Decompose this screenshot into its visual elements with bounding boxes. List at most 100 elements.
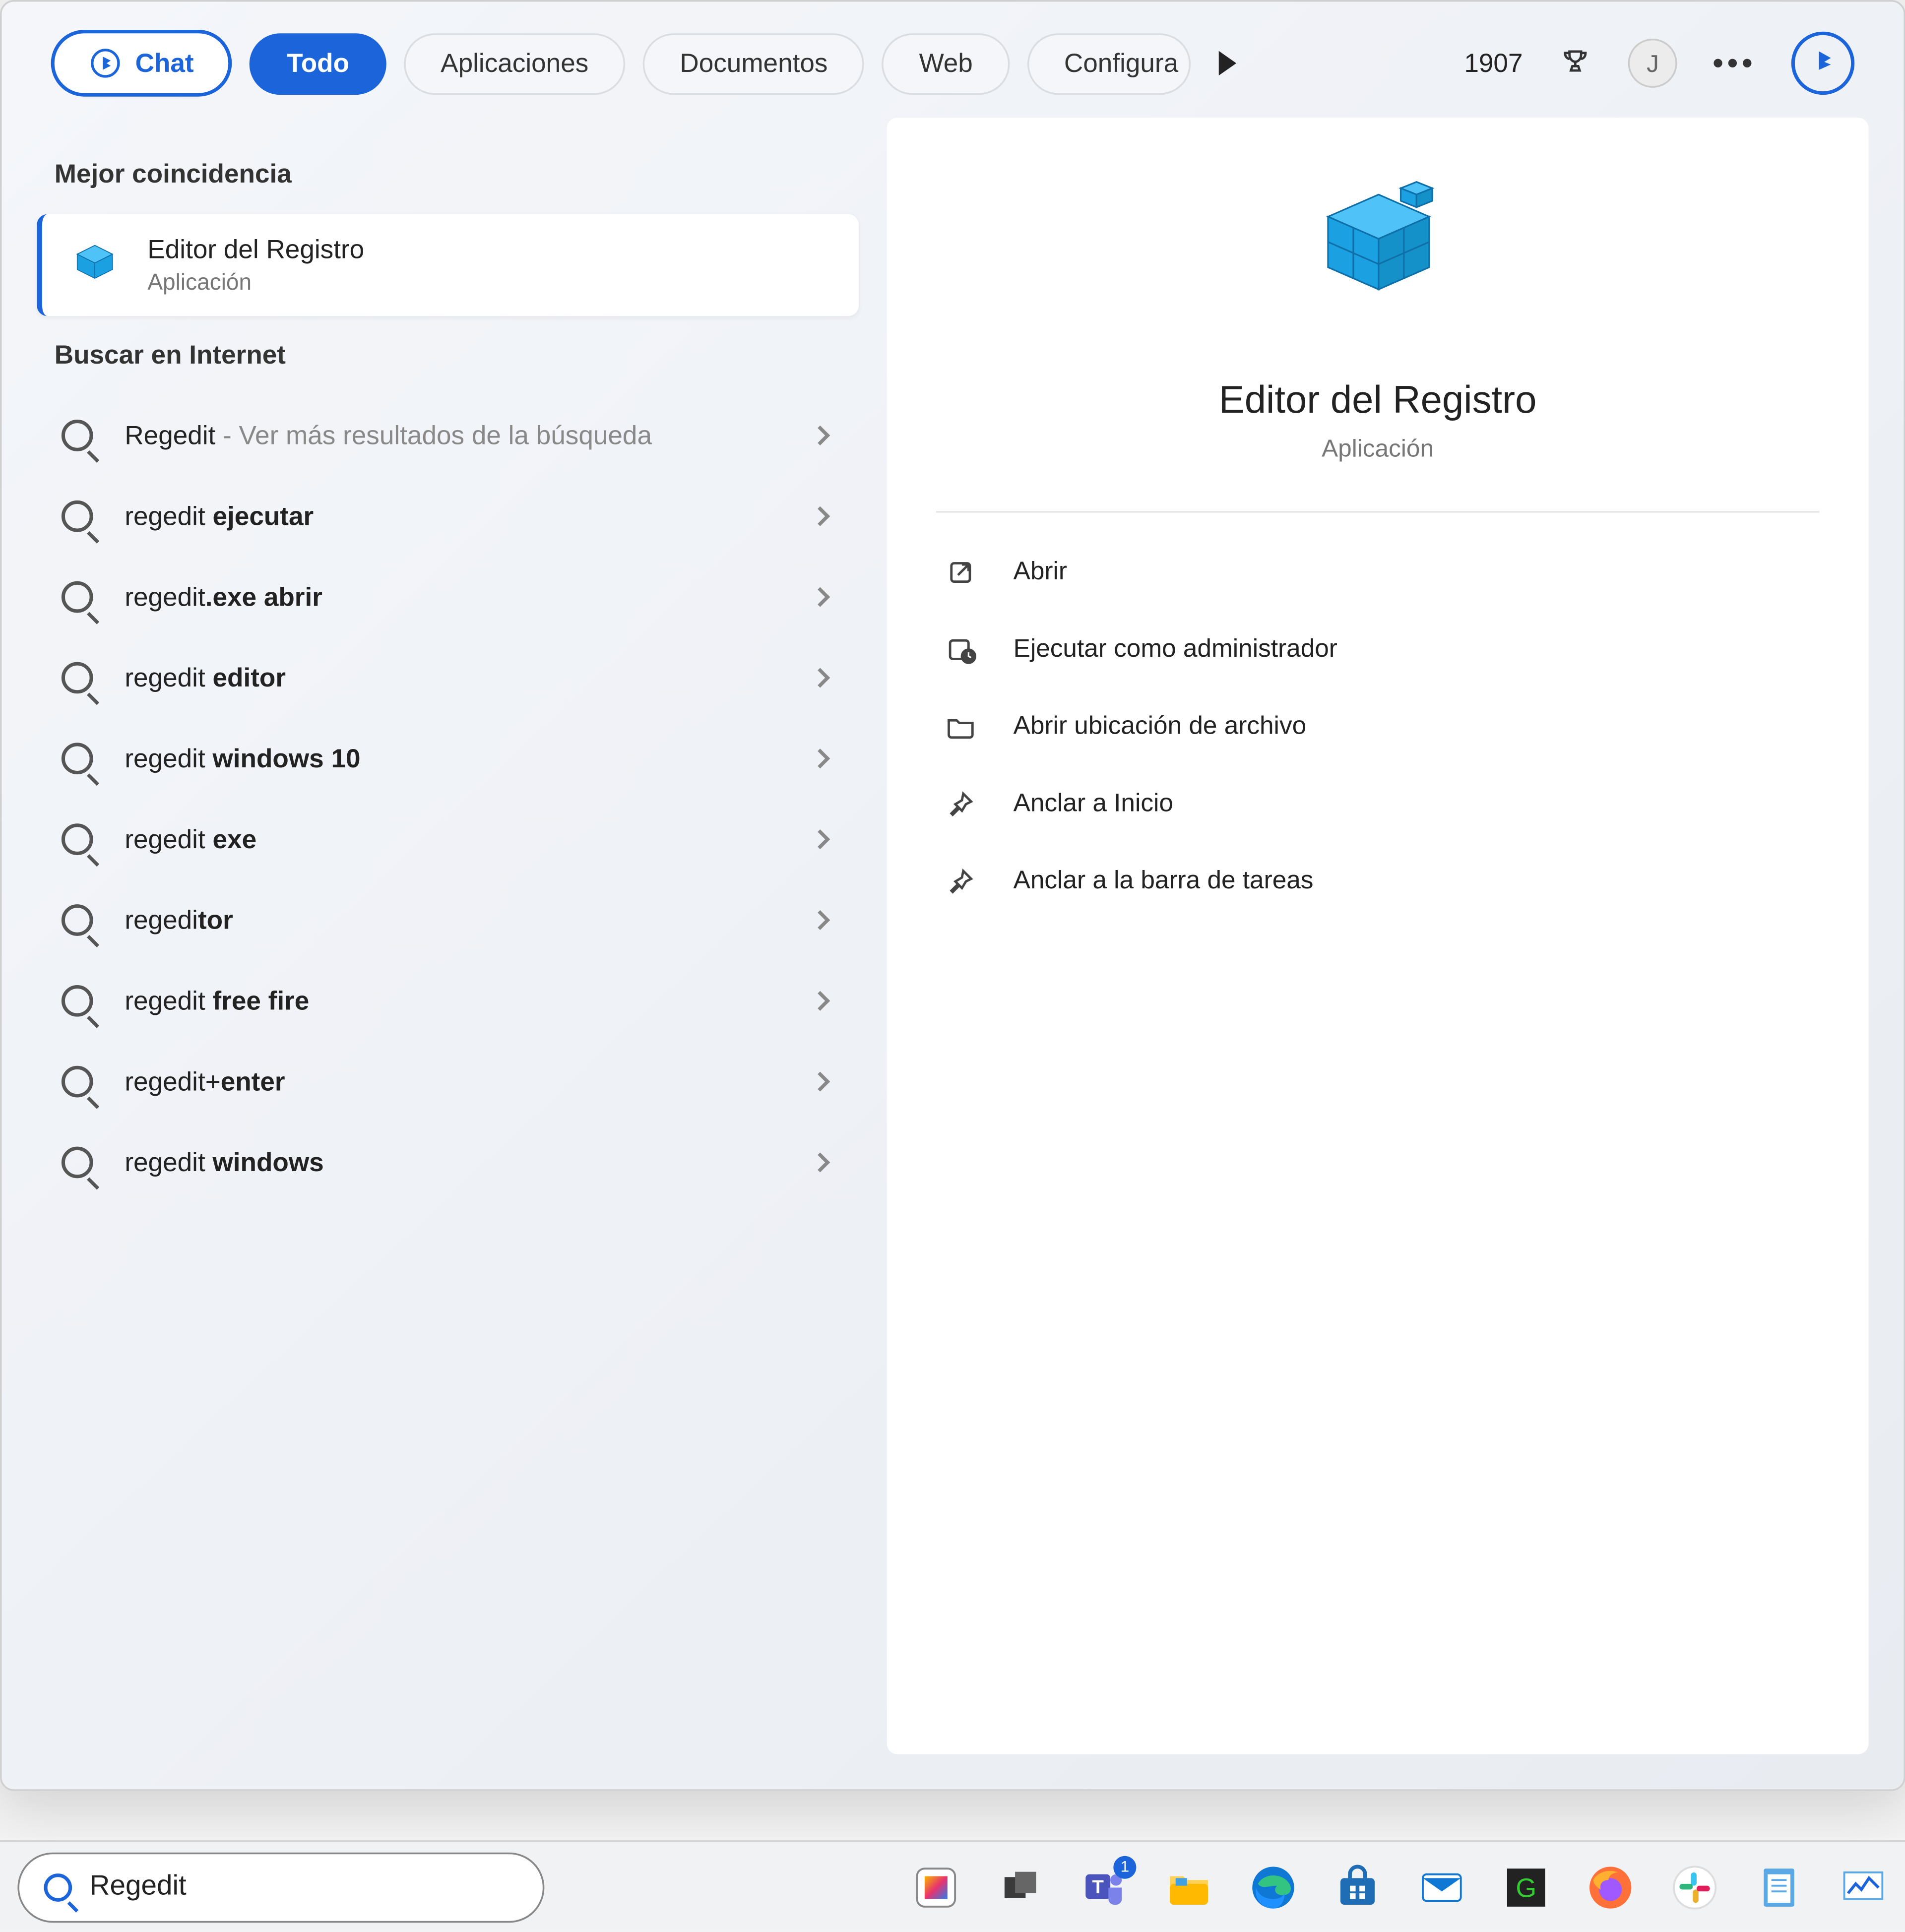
divider bbox=[936, 511, 1820, 513]
action-run-as-admin[interactable]: Ejecutar como administrador bbox=[936, 611, 1820, 688]
chevron-right-icon bbox=[810, 668, 830, 687]
tabs-row: Chat Todo Aplicaciones Documentos Web Co… bbox=[2, 2, 1904, 118]
terminal-icon[interactable]: G bbox=[1502, 1862, 1551, 1911]
chevron-right-icon bbox=[810, 1152, 830, 1172]
action-pin-start[interactable]: Anclar a Inicio bbox=[936, 765, 1820, 843]
action-label: Anclar a la barra de tareas bbox=[1014, 868, 1314, 896]
best-match-heading: Mejor coincidencia bbox=[37, 135, 859, 214]
bing-chat-icon bbox=[90, 48, 122, 79]
tab-web[interactable]: Web bbox=[882, 32, 1010, 94]
bing-icon[interactable] bbox=[1791, 32, 1854, 95]
suggestion-text: regedit editor bbox=[125, 663, 781, 692]
detail-subtitle: Aplicación bbox=[1322, 434, 1434, 462]
internet-heading: Buscar en Internet bbox=[37, 316, 859, 395]
firefox-icon[interactable] bbox=[1586, 1862, 1635, 1911]
tab-chat[interactable]: Chat bbox=[51, 30, 233, 97]
pin-icon bbox=[943, 864, 978, 899]
rewards-points[interactable]: 1907 bbox=[1464, 48, 1523, 78]
search-icon bbox=[62, 823, 93, 855]
pin-icon bbox=[943, 787, 978, 822]
tab-label: Chat bbox=[135, 48, 194, 78]
search-icon bbox=[62, 581, 93, 613]
open-icon bbox=[943, 555, 978, 590]
best-match-subtitle: Aplicación bbox=[147, 269, 364, 295]
monitor-icon[interactable] bbox=[1839, 1862, 1888, 1911]
suggestion-item[interactable]: regedit windows bbox=[37, 1122, 859, 1203]
more-tabs-icon[interactable] bbox=[1219, 51, 1236, 76]
suggestion-text: Regedit - Ver más resultados de la búsqu… bbox=[125, 421, 781, 450]
search-icon bbox=[62, 904, 93, 936]
action-pin-taskbar[interactable]: Anclar a la barra de tareas bbox=[936, 843, 1820, 920]
suggestion-text: regedit windows bbox=[125, 1147, 781, 1177]
chevron-right-icon bbox=[810, 748, 830, 768]
regedit-large-icon bbox=[1290, 167, 1465, 342]
tab-label: Web bbox=[919, 48, 973, 78]
task-view-icon[interactable] bbox=[996, 1862, 1045, 1911]
taskbar-search-box[interactable] bbox=[17, 1852, 544, 1922]
notepad-icon[interactable] bbox=[1754, 1862, 1803, 1911]
slack-icon[interactable] bbox=[1670, 1862, 1719, 1911]
suggestion-item[interactable]: regedit.exe abrir bbox=[37, 557, 859, 637]
action-open[interactable]: Abrir bbox=[936, 534, 1820, 611]
action-open-location[interactable]: Abrir ubicación de archivo bbox=[936, 688, 1820, 766]
search-icon bbox=[44, 1872, 72, 1901]
edge-icon[interactable] bbox=[1249, 1862, 1298, 1911]
windows-search-panel: Chat Todo Aplicaciones Documentos Web Co… bbox=[0, 0, 1905, 1791]
chevron-right-icon bbox=[810, 910, 830, 930]
suggestion-item[interactable]: regedit editor bbox=[37, 637, 859, 718]
detail-column: Editor del Registro Aplicación Abrir Eje… bbox=[887, 118, 1869, 1754]
results-column: Mejor coincidencia Editor del Registro A… bbox=[37, 118, 859, 1754]
store-icon[interactable] bbox=[1333, 1862, 1382, 1911]
chevron-right-icon bbox=[810, 426, 830, 445]
tabs-right: 1907 J ••• bbox=[1464, 32, 1854, 95]
svg-text:G: G bbox=[1516, 1872, 1536, 1902]
suggestion-item[interactable]: regedit free fire bbox=[37, 960, 859, 1041]
suggestion-item[interactable]: regedit+enter bbox=[37, 1041, 859, 1122]
action-label: Ejecutar como administrador bbox=[1014, 635, 1337, 664]
rewards-trophy-icon[interactable] bbox=[1558, 46, 1593, 81]
suggestion-text: regedit exe bbox=[125, 824, 781, 854]
taskbar-app-icons: T 1 G bbox=[911, 1862, 1888, 1911]
search-icon bbox=[62, 500, 93, 532]
powertoys-icon[interactable] bbox=[911, 1862, 960, 1911]
tab-documents[interactable]: Documentos bbox=[643, 32, 865, 94]
more-options-icon[interactable]: ••• bbox=[1713, 45, 1756, 81]
regedit-icon bbox=[67, 237, 123, 293]
shield-icon bbox=[943, 632, 978, 667]
action-label: Anclar a Inicio bbox=[1014, 790, 1173, 818]
suggestion-text: regedit windows 10 bbox=[125, 744, 781, 773]
chevron-right-icon bbox=[810, 829, 830, 849]
file-explorer-icon[interactable] bbox=[1164, 1862, 1213, 1911]
action-label: Abrir bbox=[1014, 559, 1067, 587]
tab-label: Todo bbox=[287, 48, 349, 78]
taskbar-search-input[interactable] bbox=[90, 1871, 518, 1903]
teams-icon[interactable]: T 1 bbox=[1080, 1862, 1129, 1911]
search-icon bbox=[62, 1147, 93, 1179]
teams-badge: 1 bbox=[1113, 1855, 1136, 1878]
suggestion-item[interactable]: regedit windows 10 bbox=[37, 718, 859, 799]
tab-config[interactable]: Configura bbox=[1027, 32, 1191, 94]
suggestion-item[interactable]: regeditor bbox=[37, 880, 859, 961]
tab-label: Aplicaciones bbox=[441, 48, 588, 78]
suggestion-item[interactable]: regedit exe bbox=[37, 799, 859, 880]
tab-all[interactable]: Todo bbox=[250, 32, 386, 94]
suggestion-item[interactable]: Regedit - Ver más resultados de la búsqu… bbox=[37, 395, 859, 476]
taskbar: T 1 G bbox=[0, 1840, 1905, 1932]
best-match-text: Editor del Registro Aplicación bbox=[147, 235, 364, 295]
mail-icon[interactable] bbox=[1417, 1862, 1466, 1911]
tab-apps[interactable]: Aplicaciones bbox=[404, 32, 626, 94]
suggestion-text: regedit+enter bbox=[125, 1067, 781, 1097]
folder-icon bbox=[943, 709, 978, 745]
best-match-item[interactable]: Editor del Registro Aplicación bbox=[37, 214, 859, 316]
body-columns: Mejor coincidencia Editor del Registro A… bbox=[2, 118, 1904, 1789]
suggestion-item[interactable]: regedit ejecutar bbox=[37, 476, 859, 557]
user-avatar[interactable]: J bbox=[1628, 39, 1677, 88]
chevron-right-icon bbox=[810, 1072, 830, 1092]
suggestion-text: regedit free fire bbox=[125, 986, 781, 1016]
search-icon bbox=[62, 1066, 93, 1098]
suggestions-list: Regedit - Ver más resultados de la búsqu… bbox=[37, 395, 859, 1203]
suggestion-text: regedit ejecutar bbox=[125, 501, 781, 531]
chevron-right-icon bbox=[810, 587, 830, 607]
svg-text:T: T bbox=[1092, 1875, 1104, 1897]
avatar-initial: J bbox=[1647, 49, 1659, 77]
